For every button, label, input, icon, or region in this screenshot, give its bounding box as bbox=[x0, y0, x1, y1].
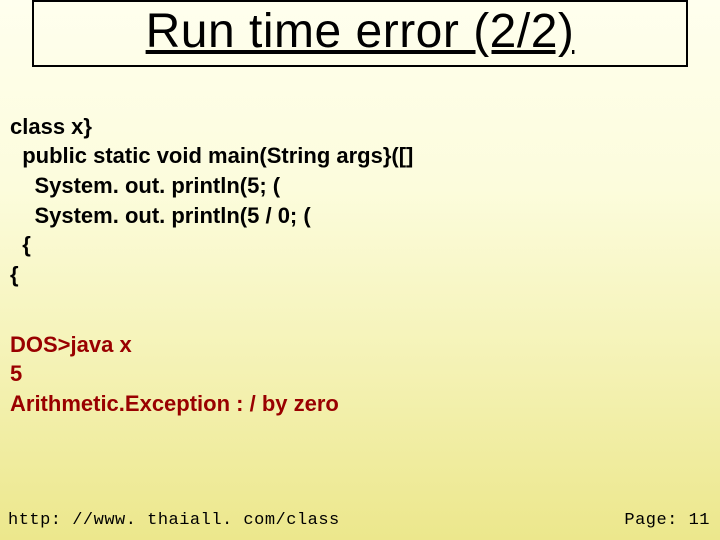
code-line: System. out. println(5 / 0; ( bbox=[10, 203, 311, 228]
code-line: System. out. println(5; ( bbox=[10, 173, 280, 198]
code-block: class x} public static void main(String … bbox=[10, 82, 710, 290]
code-line: { bbox=[10, 232, 31, 257]
output-line: Arithmetic.Exception : / by zero bbox=[10, 391, 339, 416]
title-box: Run time error (2/2) bbox=[32, 0, 688, 67]
page-label: Page: bbox=[624, 511, 678, 530]
code-line: { bbox=[10, 262, 19, 287]
code-line: class x} bbox=[10, 114, 92, 139]
output-block: DOS>java x 5 Arithmetic.Exception : / by… bbox=[10, 300, 710, 419]
output-line: DOS>java x bbox=[10, 332, 132, 357]
code-line: public static void main(String args}([] bbox=[10, 143, 413, 168]
output-line: 5 bbox=[10, 361, 22, 386]
footer-page: Page: 11 bbox=[624, 511, 710, 530]
footer-url: http: //www. thaiall. com/class bbox=[8, 511, 340, 530]
page-number: 11 bbox=[689, 511, 710, 530]
slide-title: Run time error (2/2) bbox=[146, 5, 575, 58]
